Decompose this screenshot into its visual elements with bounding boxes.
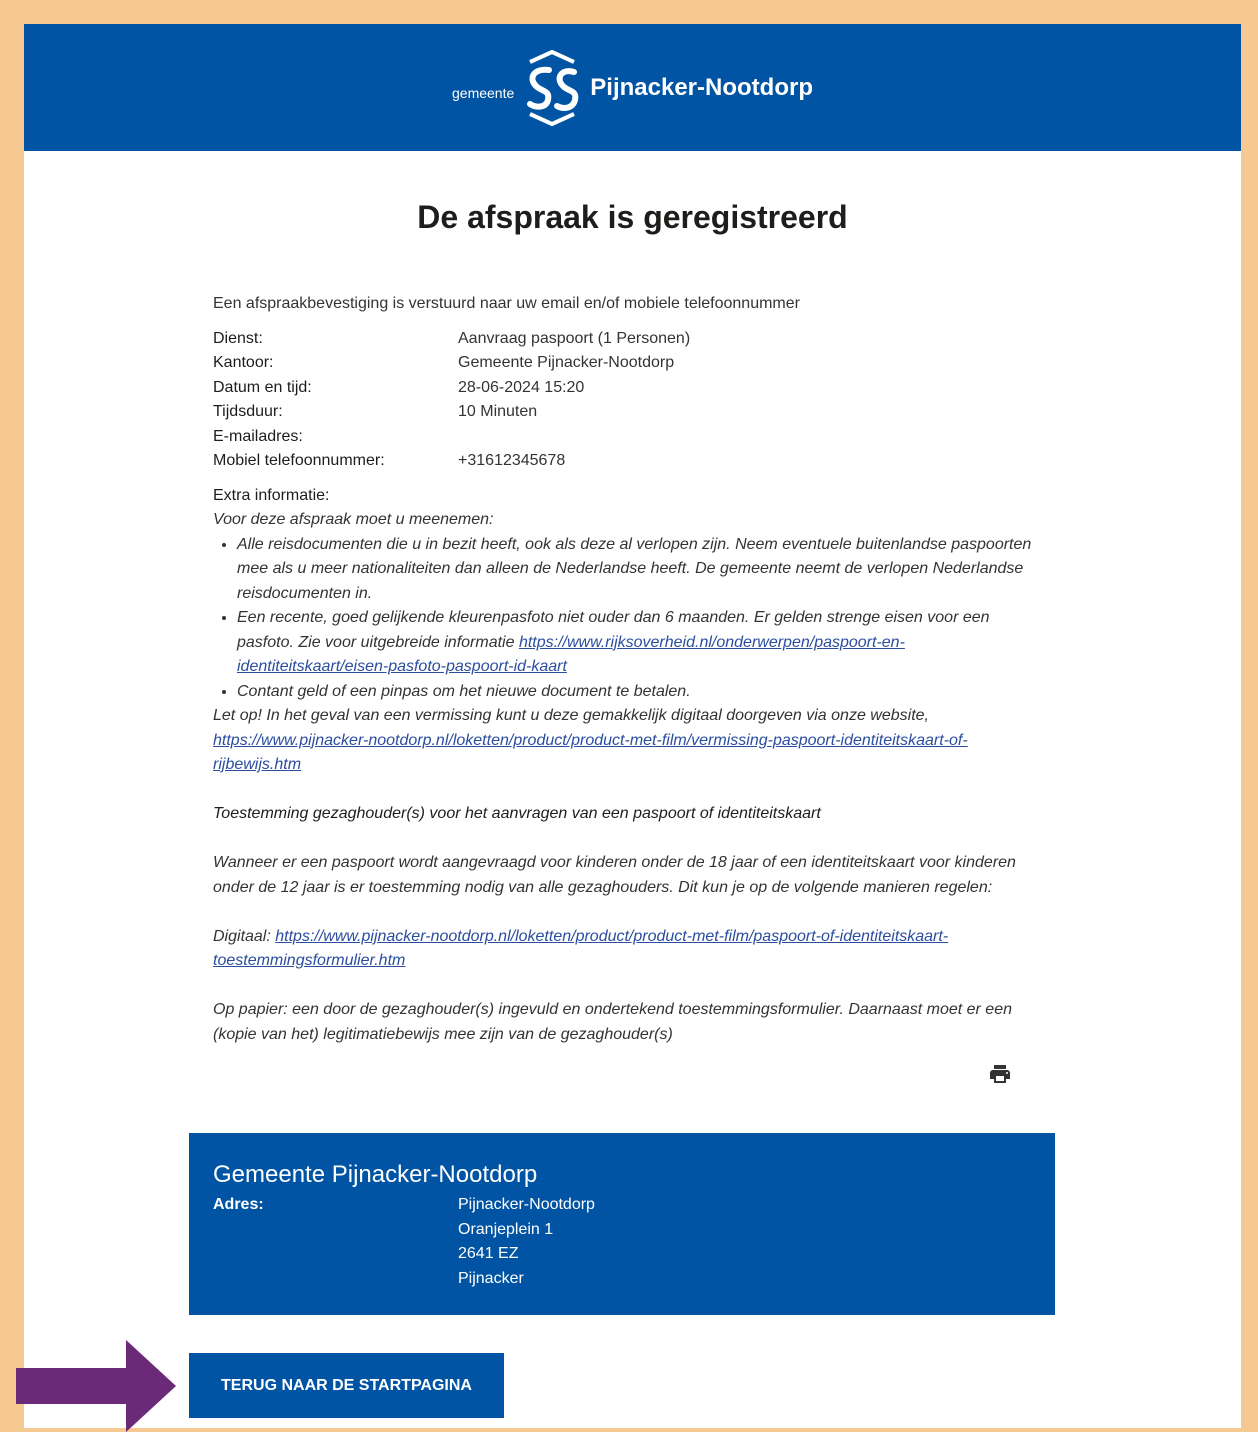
- address-line: 2641 EZ: [458, 1245, 519, 1262]
- loss-note: Let op! In het geval van een vermissing …: [213, 704, 1033, 778]
- address-line: Pijnacker-Nootdorp: [458, 1196, 595, 1213]
- appointment-details: Een afspraakbevestiging is verstuurd naa…: [213, 292, 1033, 1047]
- list-item: Een recente, goed gelijkende kleurenpasf…: [237, 606, 1033, 680]
- detail-value: 28-06-2024 15:20: [458, 378, 585, 396]
- logo-mark-icon: [527, 49, 579, 126]
- logo-small-text: gemeente: [452, 84, 515, 101]
- list-item: Alle reisdocumenten die u in bezit heeft…: [237, 533, 1033, 607]
- back-to-start-button[interactable]: TERUG NAAR DE STARTPAGINA: [189, 1353, 504, 1418]
- address-label: Adres:: [213, 1196, 264, 1213]
- detail-label: Datum en tijd:: [213, 378, 312, 396]
- detail-label: Tijdsduur:: [213, 403, 283, 420]
- detail-label: E-mailadres:: [213, 427, 303, 445]
- paper-consent: Op papier: een door de gezaghouder(s) in…: [213, 1001, 1012, 1043]
- detail-value: Aanvraag paspoort (1 Personen): [458, 329, 691, 347]
- confirmation-intro: Een afspraakbevestiging is verstuurd naa…: [213, 295, 800, 312]
- address-line: Pijnacker: [458, 1269, 524, 1287]
- address-lines: Pijnacker-Nootdorp Oranjeplein 1 2641 EZ…: [458, 1193, 595, 1291]
- consent-form-link[interactable]: https://www.pijnacker-nootdorp.nl/lokett…: [213, 928, 948, 970]
- address-line: Oranjeplein 1: [458, 1220, 554, 1238]
- details-list: Dienst: Aanvraag paspoort (1 Personen) K…: [213, 327, 1033, 474]
- page-title: De afspraak is geregistreerd: [417, 199, 848, 235]
- office-address-card: Gemeente Pijnacker-Nootdorp Adres: Pijna…: [189, 1133, 1055, 1315]
- printer-icon[interactable]: [988, 1062, 1012, 1086]
- list-item: Contant geld of een pinpas om het nieuwe…: [237, 680, 1033, 705]
- extra-info-heading: Voor deze afspraak moet u meenemen:: [213, 511, 494, 528]
- bring-list: Alle reisdocumenten die u in bezit heeft…: [213, 533, 1033, 705]
- detail-label: Mobiel telefoonnummer:: [213, 452, 385, 469]
- loss-report-link[interactable]: https://www.pijnacker-nootdorp.nl/lokett…: [213, 732, 968, 774]
- extra-info-label: Extra informatie:: [213, 486, 330, 504]
- detail-value: [458, 425, 1033, 450]
- arrow-right-icon: [16, 1340, 176, 1432]
- loss-note-text: Let op! In het geval van een vermissing …: [213, 707, 929, 724]
- detail-value: Gemeente Pijnacker-Nootdorp: [458, 354, 675, 371]
- consent-heading: Toestemming gezaghouder(s) voor het aanv…: [213, 805, 821, 822]
- digital-consent: Digitaal: https://www.pijnacker-nootdorp…: [213, 925, 1033, 974]
- digital-prefix: Digitaal:: [213, 927, 276, 945]
- municipality-logo[interactable]: gemeente Pijnacker-Nootdorp: [452, 48, 813, 128]
- office-name: Gemeente Pijnacker-Nootdorp: [213, 1161, 538, 1188]
- detail-value: +31612345678: [458, 452, 566, 469]
- detail-label: Dienst:: [213, 329, 263, 347]
- page-frame: gemeente Pijnacker-Nootdorp De afspraak …: [24, 24, 1241, 1428]
- logo-name: Pijnacker-Nootdorp: [590, 73, 813, 101]
- detail-label: Kantoor:: [213, 354, 274, 371]
- consent-text: Wanneer er een paspoort wordt aangevraag…: [213, 854, 1016, 896]
- detail-value: 10 Minuten: [458, 403, 538, 420]
- site-header: gemeente Pijnacker-Nootdorp: [24, 24, 1241, 151]
